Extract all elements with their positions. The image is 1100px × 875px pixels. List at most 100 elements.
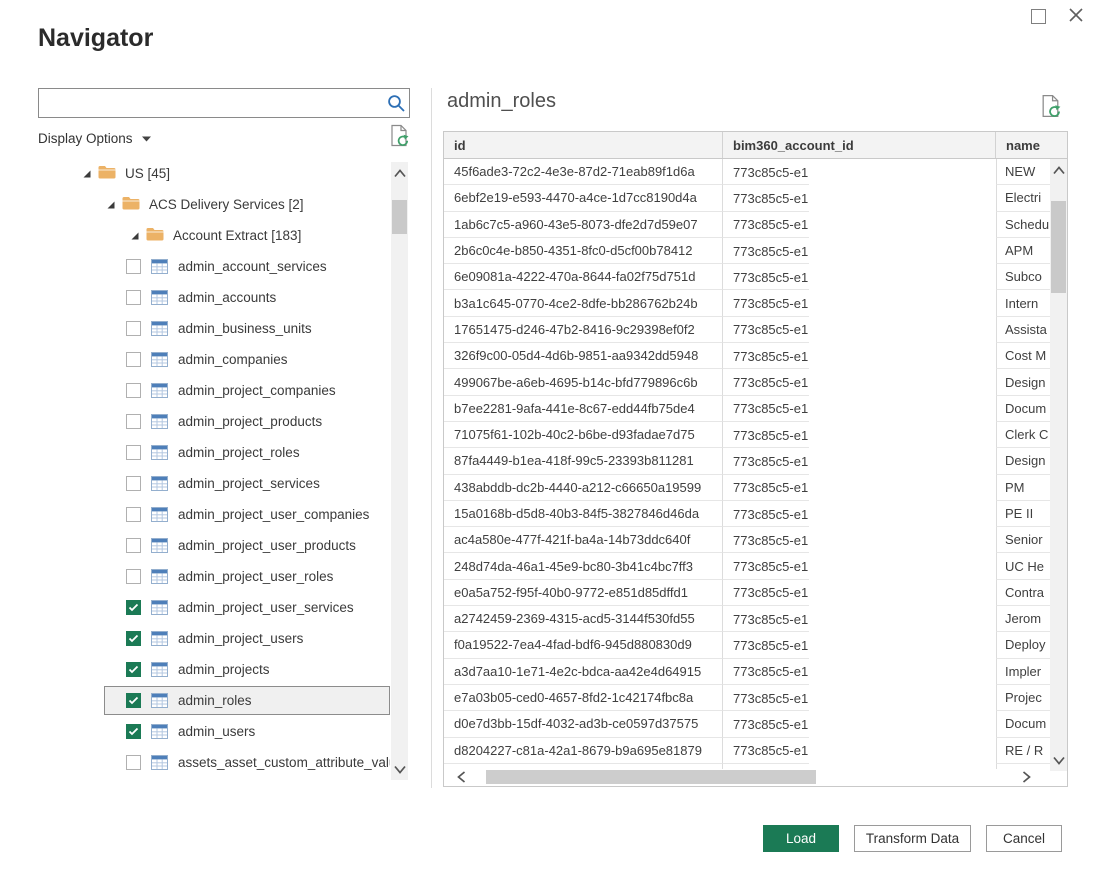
cell-id: 1ab6c7c5-a960-43e5-8073-dfe2d7d59e07	[444, 212, 723, 238]
tree-item-box[interactable]: admin_project_services	[104, 469, 390, 498]
cell-bim360-account-id: 773c85c5-e1	[723, 369, 996, 395]
checkbox[interactable]	[126, 693, 141, 708]
scrollbar-thumb[interactable]	[392, 200, 407, 234]
refresh-icon[interactable]	[389, 124, 410, 152]
tree-item-admin_projects[interactable]: admin_projects	[38, 654, 390, 685]
checkbox[interactable]	[126, 724, 141, 739]
tree-item-box[interactable]: admin_companies	[104, 345, 390, 374]
navigation-tree: US [45]ACS Delivery Services [2]Account …	[38, 158, 390, 784]
cell-id: 71075f61-102b-40c2-b6be-d93fadae7d75	[444, 422, 723, 448]
preview-horizontal-scrollbar[interactable]	[450, 769, 1037, 785]
tree-item-admin_users[interactable]: admin_users	[38, 716, 390, 747]
cell-bim360-account-id: 773c85c5-e1	[723, 159, 996, 185]
checkbox[interactable]	[126, 507, 141, 522]
tree-item-box[interactable]: admin_project_users	[104, 624, 390, 653]
table-body: 45f6ade3-72c2-4e3e-87d2-71eab89f1d6a773c…	[444, 159, 1067, 764]
scroll-right-icon[interactable]	[1015, 770, 1037, 784]
tree-item-admin_project_users[interactable]: admin_project_users	[38, 623, 390, 654]
tree-item-admin_project_roles[interactable]: admin_project_roles	[38, 437, 390, 468]
tree-item-admin_business_units[interactable]: admin_business_units	[38, 313, 390, 344]
checkbox[interactable]	[126, 662, 141, 677]
tree-item-box[interactable]: admin_project_user_companies	[104, 500, 390, 529]
tree-item-admin_account_services[interactable]: admin_account_services	[38, 251, 390, 282]
checkbox[interactable]	[126, 383, 141, 398]
expand-arrow-icon[interactable]	[106, 201, 115, 209]
checkbox[interactable]	[126, 414, 141, 429]
table-icon	[151, 600, 168, 615]
scrollbar-thumb[interactable]	[1051, 201, 1066, 293]
checkbox[interactable]	[126, 538, 141, 553]
scroll-left-icon[interactable]	[450, 770, 472, 784]
column-header-id[interactable]: id	[444, 132, 723, 158]
table-icon	[151, 569, 168, 584]
folder-icon	[146, 227, 164, 244]
tree-item-box[interactable]: admin_accounts	[104, 283, 390, 312]
tree-folder-Account-Extract-183-[interactable]: Account Extract [183]	[38, 220, 390, 251]
checkbox[interactable]	[126, 321, 141, 336]
tree-item-label: admin_project_services	[178, 476, 320, 491]
cell-bim360-account-id: 773c85c5-e1	[723, 290, 996, 316]
tree-item-admin_companies[interactable]: admin_companies	[38, 344, 390, 375]
expand-arrow-icon[interactable]	[82, 170, 91, 178]
tree-item-admin_project_user_services[interactable]: admin_project_user_services	[38, 592, 390, 623]
checkbox[interactable]	[126, 290, 141, 305]
maximize-button[interactable]	[1031, 9, 1046, 24]
tree-item-selected-box[interactable]: admin_roles	[104, 686, 390, 715]
table-row: f0a19522-7ea4-4fad-bdf6-945d880830d9773c…	[444, 632, 1067, 658]
search-icon[interactable]	[383, 94, 409, 113]
tree-item-label: admin_project_user_roles	[178, 569, 333, 584]
load-button[interactable]: Load	[763, 825, 839, 852]
tree-item-admin_project_user_companies[interactable]: admin_project_user_companies	[38, 499, 390, 530]
scroll-up-icon[interactable]	[391, 162, 408, 184]
tree-item-admin_roles[interactable]: admin_roles	[38, 685, 390, 716]
transform-data-button[interactable]: Transform Data	[854, 825, 971, 852]
close-icon[interactable]	[1067, 6, 1085, 29]
tree-folder-ACS-Delivery-Services-2-[interactable]: ACS Delivery Services [2]	[38, 189, 390, 220]
tree-item-box[interactable]: admin_project_roles	[104, 438, 390, 467]
expand-arrow-icon[interactable]	[130, 232, 139, 240]
cancel-button[interactable]: Cancel	[986, 825, 1062, 852]
display-options-dropdown[interactable]: Display Options	[38, 131, 133, 146]
tree-item-box[interactable]: admin_project_user_roles	[104, 562, 390, 591]
checkbox[interactable]	[126, 259, 141, 274]
tree-item-assets_asset_custom_attribute_values[interactable]: assets_asset_custom_attribute_values	[38, 747, 390, 778]
tree-item-box[interactable]: admin_project_user_services	[104, 593, 390, 622]
scrollbar-track[interactable]	[472, 770, 1015, 784]
tree-item-box[interactable]: admin_account_services	[104, 252, 390, 281]
scroll-down-icon[interactable]	[1050, 749, 1067, 771]
chevron-down-icon[interactable]	[142, 129, 151, 147]
tree-scrollbar[interactable]	[391, 162, 408, 780]
tree-item-admin_project_user_products[interactable]: admin_project_user_products	[38, 530, 390, 561]
tree-item-box[interactable]: admin_business_units	[104, 314, 390, 343]
checkbox[interactable]	[126, 631, 141, 646]
tree-item-admin_project_services[interactable]: admin_project_services	[38, 468, 390, 499]
tree-item-box[interactable]: admin_project_user_products	[104, 531, 390, 560]
checkbox[interactable]	[126, 600, 141, 615]
table-icon	[151, 414, 168, 429]
tree-item-label: admin_project_user_services	[178, 600, 354, 615]
column-header-bim360-account-id[interactable]: bim360_account_id	[723, 132, 996, 158]
tree-item-box[interactable]: admin_users	[104, 717, 390, 746]
search-input[interactable]	[39, 89, 383, 117]
scrollbar-thumb[interactable]	[486, 770, 816, 784]
scroll-down-icon[interactable]	[391, 758, 408, 780]
checkbox[interactable]	[126, 569, 141, 584]
cell-id: 6e09081a-4222-470a-8644-fa02f75d751d	[444, 264, 723, 290]
tree-item-admin_project_companies[interactable]: admin_project_companies	[38, 375, 390, 406]
tree-item-box[interactable]: admin_project_companies	[104, 376, 390, 405]
checkbox[interactable]	[126, 476, 141, 491]
tree-item-box[interactable]: assets_asset_custom_attribute_values	[104, 748, 390, 777]
checkbox[interactable]	[126, 352, 141, 367]
checkbox[interactable]	[126, 755, 141, 770]
preview-refresh-icon[interactable]	[1040, 94, 1062, 123]
tree-item-box[interactable]: admin_projects	[104, 655, 390, 684]
tree-item-box[interactable]: admin_project_products	[104, 407, 390, 436]
scroll-up-icon[interactable]	[1050, 159, 1067, 181]
checkbox[interactable]	[126, 445, 141, 460]
tree-item-admin_project_user_roles[interactable]: admin_project_user_roles	[38, 561, 390, 592]
column-header-name[interactable]: name	[996, 132, 1067, 158]
tree-item-admin_accounts[interactable]: admin_accounts	[38, 282, 390, 313]
tree-folder-US-45-[interactable]: US [45]	[38, 158, 390, 189]
preview-vertical-scrollbar[interactable]	[1050, 159, 1067, 771]
tree-item-admin_project_products[interactable]: admin_project_products	[38, 406, 390, 437]
